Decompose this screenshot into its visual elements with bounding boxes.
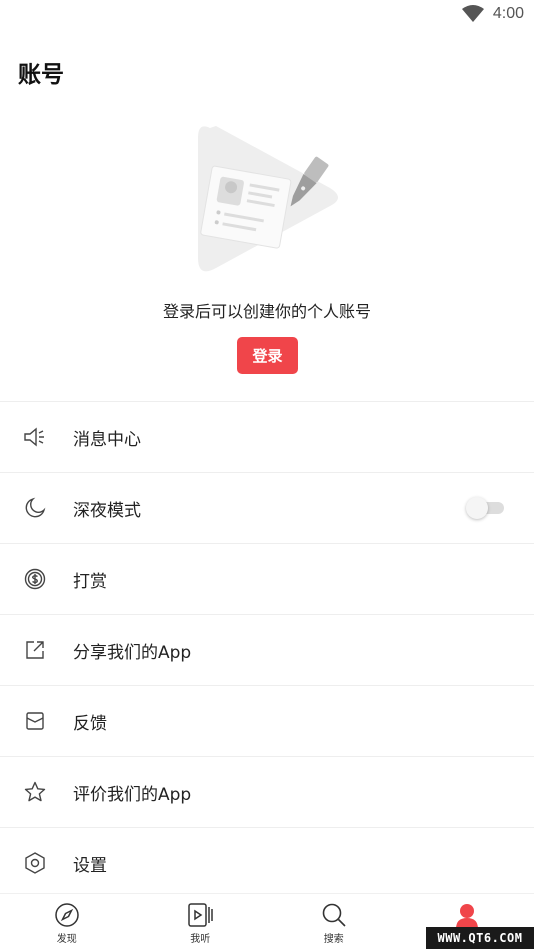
- night-mode-toggle[interactable]: [466, 497, 504, 519]
- star-icon: [22, 779, 48, 805]
- search-icon: [320, 901, 348, 929]
- menu-item-label: 设置: [73, 855, 107, 876]
- tab-label: 我听: [190, 934, 211, 945]
- wifi-icon: [462, 5, 484, 22]
- menu-item-share-app[interactable]: 分享我们的App: [0, 615, 534, 686]
- login-button[interactable]: 登录: [237, 337, 298, 374]
- user-icon: [453, 901, 481, 929]
- tab-my-listening[interactable]: 我听: [134, 894, 268, 949]
- moon-icon: [22, 495, 48, 521]
- hexagon-settings-icon: [22, 850, 48, 876]
- playlist-icon: [186, 901, 214, 929]
- menu-item-label: 打赏: [73, 571, 107, 592]
- menu-item-label: 分享我们的App: [73, 642, 192, 663]
- menu-item-feedback[interactable]: 反馈: [0, 686, 534, 757]
- profile-card-pen-illustration: [198, 126, 338, 272]
- compass-icon: [53, 901, 81, 929]
- menu-item-night-mode[interactable]: 深夜模式: [0, 473, 534, 544]
- menu-item-label: 深夜模式: [73, 500, 141, 521]
- menu-item-settings[interactable]: 设置: [0, 828, 534, 899]
- megaphone-icon: [22, 424, 48, 450]
- envelope-icon: [22, 708, 48, 734]
- watermark: WWW.QT6.COM: [426, 927, 534, 949]
- status-bar: 4:00: [0, 0, 534, 30]
- tab-label: 发现: [56, 934, 77, 945]
- tab-discover[interactable]: 发现: [0, 894, 134, 949]
- login-hint: 登录后可以创建你的个人账号: [162, 302, 371, 321]
- menu-item-message-center[interactable]: 消息中心: [0, 402, 534, 473]
- menu-item-label: 反馈: [73, 713, 107, 734]
- menu-item-tip[interactable]: 打赏: [0, 544, 534, 615]
- menu-item-rate-app[interactable]: 评价我们的App: [0, 757, 534, 828]
- menu-item-label: 消息中心: [73, 429, 141, 450]
- page-title: 账号: [18, 62, 64, 88]
- settings-menu: 消息中心 深夜模式 打赏 分享我们的App 反馈 评价我们的App 设置: [0, 401, 534, 899]
- menu-item-label: 评价我们的App: [73, 784, 192, 805]
- share-icon: [22, 637, 48, 663]
- tab-search[interactable]: 搜索: [267, 894, 401, 949]
- status-time: 4:00: [492, 5, 524, 22]
- toggle-knob: [466, 497, 488, 519]
- tab-label: 搜索: [323, 934, 344, 945]
- coin-icon: [22, 566, 48, 592]
